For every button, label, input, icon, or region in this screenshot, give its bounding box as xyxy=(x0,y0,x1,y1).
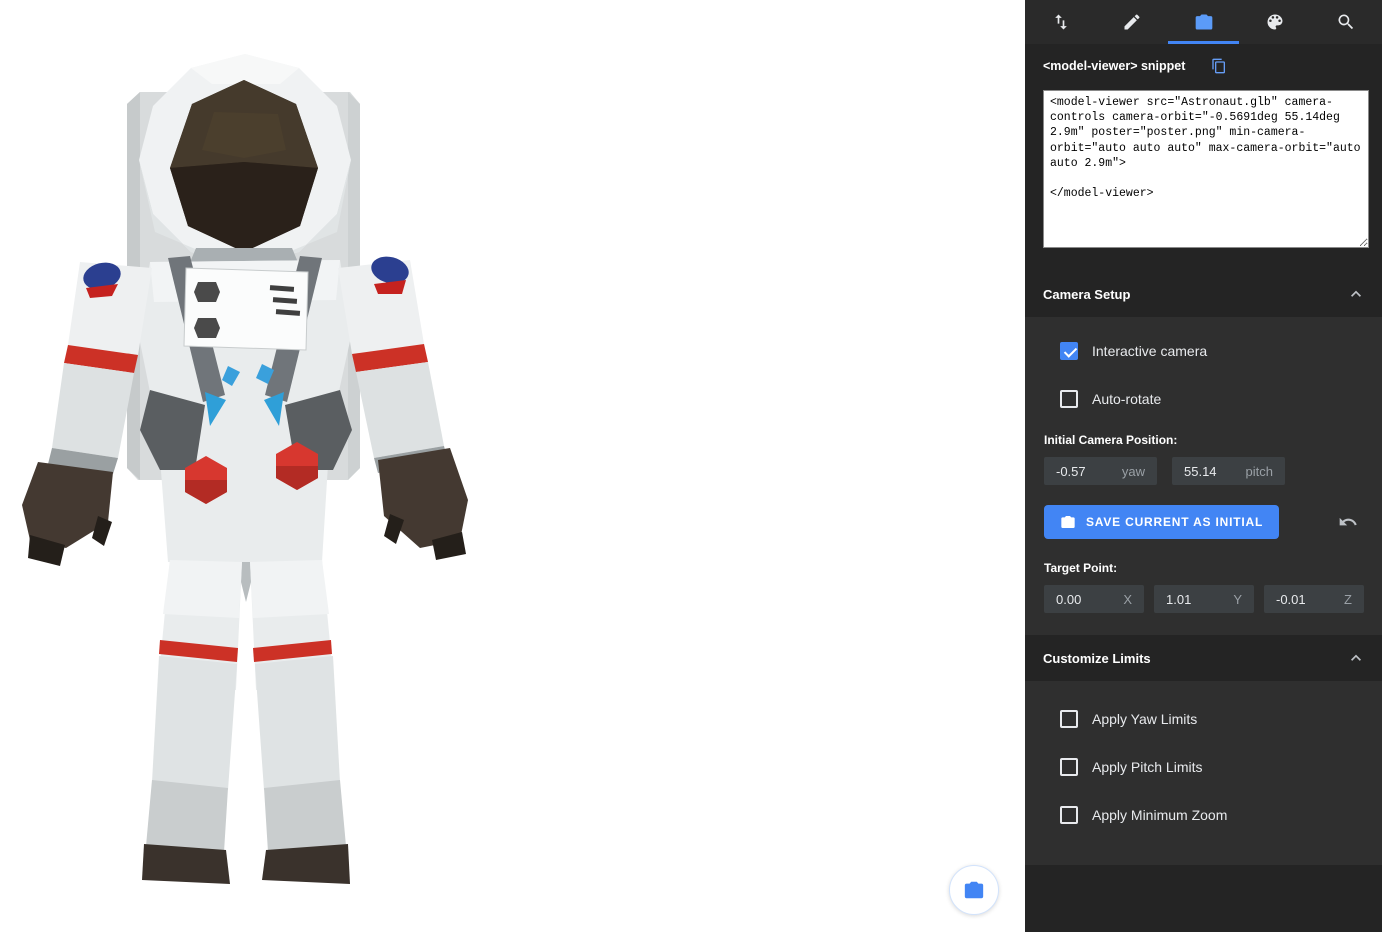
apply-yaw-limits-row[interactable]: Apply Yaw Limits xyxy=(1044,695,1366,743)
tab-camera[interactable] xyxy=(1168,0,1239,44)
initial-camera-position-label: Initial Camera Position: xyxy=(1044,433,1366,447)
pitch-input[interactable]: 55.14 pitch xyxy=(1172,457,1285,485)
target-x-value: 0.00 xyxy=(1056,592,1081,607)
target-y-input[interactable]: 1.01 Y xyxy=(1154,585,1254,613)
target-z-unit: Z xyxy=(1344,592,1352,607)
snippet-code-textarea[interactable] xyxy=(1043,90,1369,248)
customize-limits-title: Customize Limits xyxy=(1043,651,1151,666)
undo-icon xyxy=(1338,512,1358,532)
target-z-input[interactable]: -0.01 Z xyxy=(1264,585,1364,613)
customize-limits-header: Customize Limits xyxy=(1025,635,1382,681)
interactive-camera-row[interactable]: Interactive camera xyxy=(1044,327,1366,375)
apply-pitch-limits-checkbox[interactable] xyxy=(1060,758,1078,776)
target-y-value: 1.01 xyxy=(1166,592,1191,607)
chevron-up-icon xyxy=(1346,284,1366,304)
snippet-title: <model-viewer> snippet xyxy=(1043,59,1185,73)
auto-rotate-label: Auto-rotate xyxy=(1092,391,1161,407)
copy-icon xyxy=(1211,58,1227,74)
target-point-label: Target Point: xyxy=(1044,561,1366,575)
tab-inspector[interactable] xyxy=(1311,0,1382,44)
apply-minimum-zoom-checkbox[interactable] xyxy=(1060,806,1078,824)
snippet-section: <model-viewer> snippet xyxy=(1025,44,1382,271)
target-y-unit: Y xyxy=(1233,592,1242,607)
apply-pitch-limits-row[interactable]: Apply Pitch Limits xyxy=(1044,743,1366,791)
revert-camera-button[interactable] xyxy=(1338,512,1358,532)
auto-rotate-checkbox[interactable] xyxy=(1060,390,1078,408)
apply-yaw-limits-checkbox[interactable] xyxy=(1060,710,1078,728)
target-x-input[interactable]: 0.00 X xyxy=(1044,585,1144,613)
auto-rotate-row[interactable]: Auto-rotate xyxy=(1044,375,1366,423)
apply-minimum-zoom-label: Apply Minimum Zoom xyxy=(1092,807,1227,823)
capture-camera-button[interactable] xyxy=(949,865,999,915)
target-x-unit: X xyxy=(1123,592,1132,607)
yaw-value: -0.57 xyxy=(1056,464,1086,479)
tab-materials[interactable] xyxy=(1239,0,1310,44)
camera-icon xyxy=(1194,12,1214,32)
save-button-label: SAVE CURRENT AS INITIAL xyxy=(1086,515,1263,529)
editor-panel: <model-viewer> snippet Camera Setup In xyxy=(1025,0,1382,932)
palette-icon xyxy=(1265,12,1285,32)
yaw-input[interactable]: -0.57 yaw xyxy=(1044,457,1157,485)
astronaut-torso xyxy=(138,256,352,602)
search-icon xyxy=(1336,12,1356,32)
copy-snippet-button[interactable] xyxy=(1211,58,1227,74)
pencil-icon xyxy=(1122,12,1142,32)
yaw-unit: yaw xyxy=(1122,464,1145,479)
camera-setup-title: Camera Setup xyxy=(1043,287,1130,302)
panel-footer xyxy=(1025,865,1382,932)
apply-pitch-limits-label: Apply Pitch Limits xyxy=(1092,759,1202,775)
collapse-camera-setup-button[interactable] xyxy=(1346,284,1366,304)
astronaut-visor xyxy=(170,80,318,252)
camera-setup-body: Interactive camera Auto-rotate Initial C… xyxy=(1025,317,1382,635)
editor-toolbar xyxy=(1025,0,1382,44)
collapse-customize-limits-button[interactable] xyxy=(1346,648,1366,668)
import-export-icon xyxy=(1051,12,1071,32)
astronaut-legs xyxy=(142,560,350,884)
model-viewer-canvas[interactable] xyxy=(0,0,1025,932)
app-window: <model-viewer> snippet Camera Setup In xyxy=(0,0,1382,932)
tab-import-export[interactable] xyxy=(1025,0,1096,44)
camera-icon xyxy=(1060,514,1076,530)
target-z-value: -0.01 xyxy=(1276,592,1306,607)
chevron-up-icon xyxy=(1346,648,1366,668)
save-current-as-initial-button[interactable]: SAVE CURRENT AS INITIAL xyxy=(1044,505,1279,539)
camera-setup-header: Camera Setup xyxy=(1025,271,1382,317)
pitch-unit: pitch xyxy=(1246,464,1273,479)
interactive-camera-label: Interactive camera xyxy=(1092,343,1207,359)
apply-minimum-zoom-row[interactable]: Apply Minimum Zoom xyxy=(1044,791,1366,839)
pitch-value: 55.14 xyxy=(1184,464,1217,479)
tab-edit[interactable] xyxy=(1096,0,1167,44)
interactive-camera-checkbox[interactable] xyxy=(1060,342,1078,360)
astronaut-model[interactable] xyxy=(0,0,520,932)
camera-icon xyxy=(963,879,985,901)
apply-yaw-limits-label: Apply Yaw Limits xyxy=(1092,711,1197,727)
customize-limits-body: Apply Yaw Limits Apply Pitch Limits Appl… xyxy=(1025,681,1382,865)
